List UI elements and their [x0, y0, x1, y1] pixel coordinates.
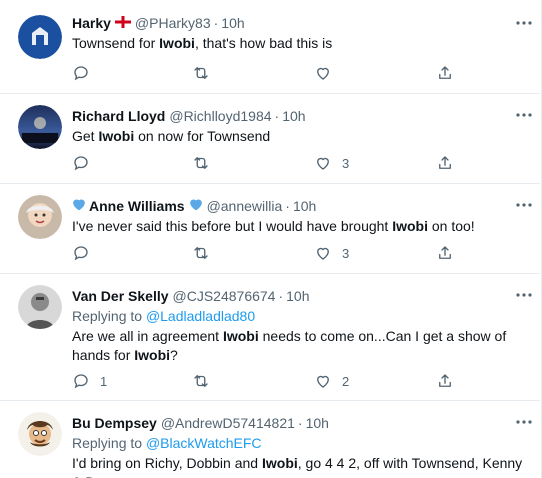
retweet-icon — [194, 375, 208, 387]
display-name[interactable]: Bu Dempsey — [72, 415, 157, 431]
timestamp[interactable]: 10h — [293, 198, 316, 214]
user-handle[interactable]: @Richlloyd1984 — [169, 108, 271, 124]
share-icon — [439, 246, 451, 259]
display-name[interactable]: Richard Lloyd — [72, 108, 165, 124]
tweet-text: I'd bring on Richy, Dobbin and Iwobi, go… — [72, 455, 523, 478]
replying-to-link[interactable]: @BlackWatchEFC — [146, 435, 262, 451]
reply-button[interactable]: 1 — [72, 371, 107, 391]
like-icon — [317, 67, 329, 80]
separator-dot: · — [297, 415, 303, 431]
retweet-button[interactable] — [192, 243, 220, 263]
retweet-icon — [194, 67, 208, 79]
replying-to-link[interactable]: @Ladladladlad80 — [146, 308, 255, 324]
avatar[interactable] — [18, 195, 62, 239]
replying-to: Replying to @Ladladladlad80 — [72, 308, 256, 324]
blue-heart-icon — [189, 198, 203, 214]
user-handle[interactable]: @annewillia — [207, 198, 283, 214]
replying-to: Replying to @BlackWatchEFC — [72, 435, 262, 451]
share-icon — [439, 156, 451, 169]
like-button[interactable]: 3 — [314, 153, 349, 173]
timestamp[interactable]: 10h — [306, 415, 329, 431]
user-handle[interactable]: @CJS24876674 — [173, 288, 276, 304]
like-icon — [317, 375, 329, 388]
share-button[interactable] — [436, 153, 454, 173]
share-button[interactable] — [436, 63, 454, 83]
like-button[interactable]: 3 — [314, 243, 349, 263]
more-icon[interactable] — [514, 196, 534, 214]
tweet-text: Get Iwobi on now for Townsend — [72, 128, 271, 144]
display-name[interactable]: Van Der Skelly — [72, 288, 169, 304]
retweet-button[interactable] — [192, 371, 220, 391]
user-handle[interactable]: @AndrewD57414821 — [161, 415, 295, 431]
more-icon[interactable] — [514, 14, 534, 32]
retweet-button[interactable] — [192, 63, 220, 83]
display-name[interactable]: Anne Williams — [89, 198, 185, 214]
tweet-text: Townsend for Iwobi, that's how bad this … — [72, 35, 333, 51]
england-flag-icon — [114, 15, 131, 31]
separator-dot: · — [278, 288, 284, 304]
tweet[interactable]: Van Der Skelly @CJS24876674 · 10h Replyi… — [0, 274, 540, 401]
like-button[interactable]: 2 — [314, 371, 349, 391]
display-name[interactable]: Harky — [72, 15, 111, 31]
tweet[interactable]: Richard Lloyd @Richlloyd1984 · 10h Get I… — [0, 94, 540, 184]
avatar[interactable] — [18, 412, 62, 456]
more-icon[interactable] — [514, 286, 534, 304]
tweet[interactable]: Anne Williams @annewillia · 10h I've nev… — [0, 184, 540, 274]
avatar[interactable] — [18, 285, 62, 329]
timestamp[interactable]: 10h — [286, 288, 309, 304]
like-icon — [317, 157, 329, 170]
share-icon — [439, 66, 451, 79]
tweet[interactable]: Harky @PHarky83 · 10h Townsend for Iwobi… — [0, 0, 540, 94]
separator-dot: · — [274, 108, 280, 124]
more-icon[interactable] — [514, 106, 534, 124]
separator-dot: · — [285, 198, 290, 214]
tweet-feed: Harky @PHarky83 · 10h Townsend for Iwobi… — [0, 0, 542, 478]
tweet[interactable]: Bu Dempsey @AndrewD57414821 · 10h Replyi… — [0, 401, 540, 478]
retweet-button[interactable] — [192, 153, 220, 173]
separator-dot: · — [213, 15, 219, 31]
like-icon — [317, 247, 329, 260]
like-button[interactable] — [314, 63, 342, 83]
share-button[interactable] — [436, 371, 454, 391]
tweet-text: Are we all in agreement Iwobi needs to c… — [72, 328, 507, 363]
avatar[interactable] — [18, 15, 62, 59]
blue-heart-icon — [72, 198, 86, 214]
tweet-text: I've never said this before but I would … — [72, 218, 475, 234]
reply-icon — [74, 374, 88, 389]
user-handle[interactable]: @PHarky83 — [135, 15, 211, 31]
share-button[interactable] — [436, 243, 454, 263]
reply-button[interactable] — [72, 243, 100, 263]
reply-button[interactable] — [72, 153, 100, 173]
timestamp[interactable]: 10h — [282, 108, 305, 124]
retweet-icon — [194, 247, 208, 259]
share-icon — [439, 374, 451, 387]
reply-button[interactable] — [72, 63, 100, 83]
more-icon[interactable] — [514, 413, 534, 431]
reply-icon — [74, 246, 88, 261]
avatar[interactable] — [18, 105, 62, 149]
timestamp[interactable]: 10h — [221, 15, 244, 31]
reply-icon — [74, 156, 88, 171]
retweet-icon — [194, 157, 208, 169]
reply-icon — [74, 66, 88, 81]
